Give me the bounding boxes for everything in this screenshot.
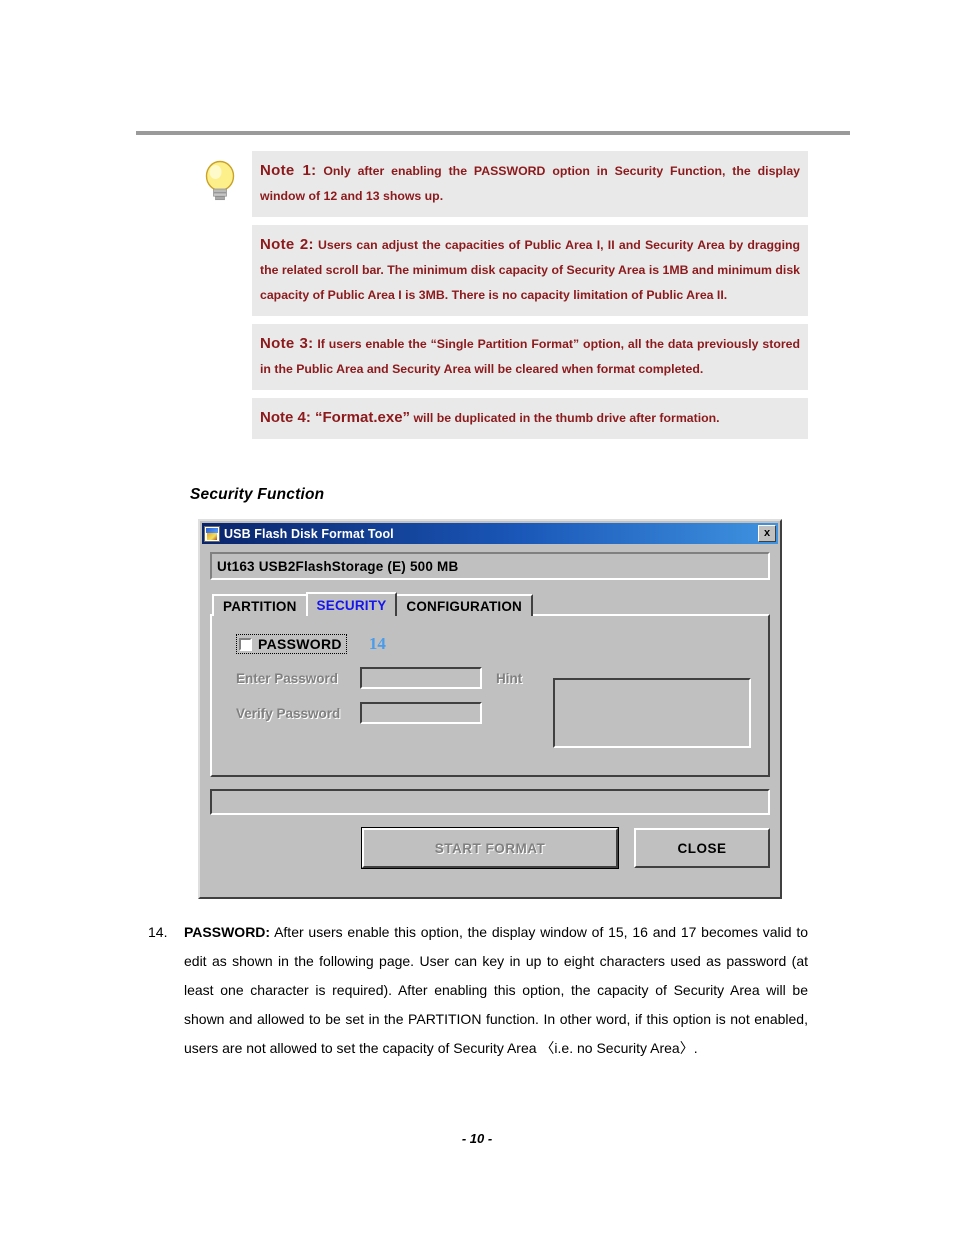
enter-password-label: Enter Password [236,670,339,686]
dialog-body: Ut163 USB2FlashStorage (E) 500 MB PARTIT… [200,544,780,878]
tab-security[interactable]: SECURITY [305,592,398,616]
note-item: Note 1: Only after enabling the PASSWORD… [252,151,808,217]
note-item: Note 4: “Format.exe” will be duplicated … [252,398,808,439]
usb-format-tool-dialog: USB Flash Disk Format Tool x Ut163 USB2F… [198,519,782,899]
paragraph-lead: PASSWORD: [184,924,271,940]
dialog-titlebar[interactable]: USB Flash Disk Format Tool x [202,523,778,544]
note-item: Note 3: If users enable the “Single Part… [252,324,808,390]
start-format-button[interactable]: START FORMAT [361,827,619,869]
paragraph-rest: After users enable this option, the disp… [184,924,808,1056]
page-number: - 10 - [461,1131,493,1146]
lightbulb-icon [205,160,235,201]
enter-password-input[interactable] [360,667,482,689]
dialog-button-row: START FORMAT CLOSE [210,827,770,869]
password-checkbox-label: PASSWORD [258,636,342,652]
security-tab-panel: PASSWORD 14 Enter Password Hint Verify P… [210,614,770,777]
tabstrip: PARTITION SECURITY CONFIGURATION [212,592,770,616]
note-item: Note 2: Users can adjust the capacities … [252,225,808,316]
device-info-field: Ut163 USB2FlashStorage (E) 500 MB [210,552,770,580]
note-text: will be duplicated in the thumb drive af… [410,411,720,425]
verify-password-input[interactable] [360,702,482,724]
password-checkbox[interactable] [239,637,252,651]
hint-label: Hint [496,670,523,686]
progress-bar [210,789,770,815]
hint-textarea[interactable] [553,678,751,748]
note-lead: Note 2: [260,236,314,253]
note-text: If users enable the “Single Partition Fo… [260,337,800,376]
password-checkbox-group[interactable]: PASSWORD [236,634,347,654]
body-paragraph: 14. PASSWORD: After users enable this op… [148,918,808,1063]
password-option-row: PASSWORD 14 [212,616,768,654]
section-heading: Security Function [190,486,325,503]
list-number: 14. [148,924,168,940]
tab-partition[interactable]: PARTITION [212,594,308,616]
note-lead: Note 1: [260,162,317,179]
note-text: Users can adjust the capacities of Publi… [260,238,801,302]
tab-configuration[interactable]: CONFIGURATION [395,594,533,616]
notes-section: Note 1: Only after enabling the PASSWORD… [196,151,808,447]
header-divider [136,131,850,135]
close-icon[interactable]: x [758,525,776,542]
callout-number-14: 14 [368,634,386,653]
note-lead: Note 4: “Format.exe” [260,409,411,426]
note-text: Only after enabling the PASSWORD option … [260,164,801,203]
verify-password-label: Verify Password [236,705,341,721]
app-icon [204,525,220,542]
dialog-title: USB Flash Disk Format Tool [224,526,394,541]
note-lead: Note 3: [260,335,314,352]
close-button[interactable]: CLOSE [634,828,770,868]
paragraph-text: PASSWORD: After users enable this option… [184,918,808,1063]
